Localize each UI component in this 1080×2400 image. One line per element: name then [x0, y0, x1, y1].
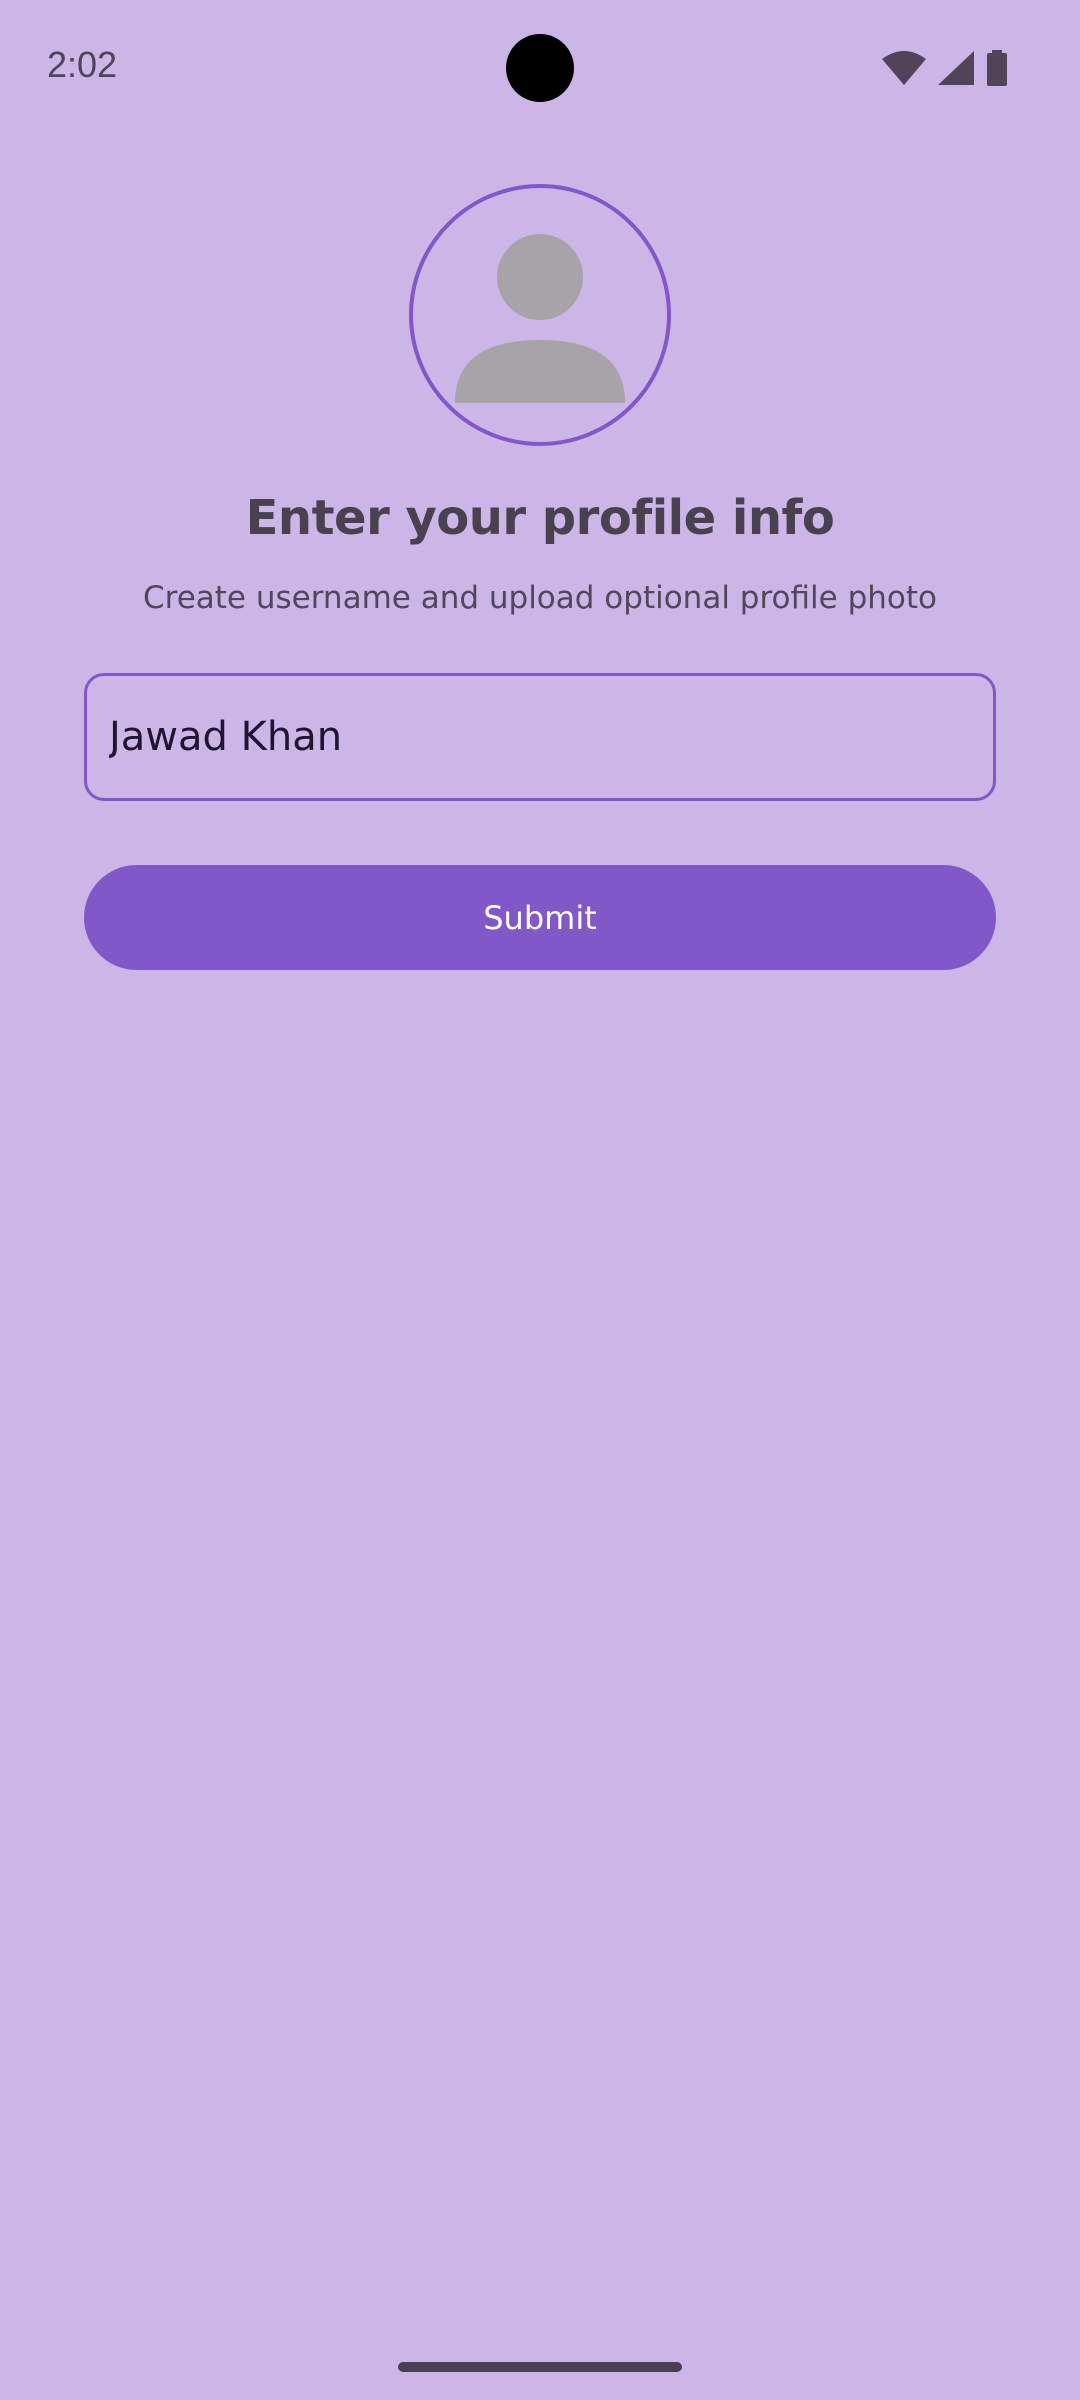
person-placeholder-icon — [455, 234, 625, 403]
status-icons — [882, 48, 1008, 88]
page-subtitle: Create username and upload optional prof… — [143, 580, 937, 616]
submit-button[interactable]: Submit — [84, 865, 996, 970]
username-input[interactable] — [109, 676, 969, 798]
submit-button-label: Submit — [483, 898, 597, 937]
camera-cutout — [506, 34, 574, 102]
page-title: Enter your profile info — [245, 490, 835, 546]
username-field[interactable] — [84, 673, 996, 801]
cellular-signal-icon — [938, 51, 974, 85]
wifi-icon — [882, 51, 926, 85]
status-time: 2:02 — [47, 44, 118, 85]
home-indicator[interactable] — [398, 2362, 682, 2372]
status-bar: 2:02 — [0, 0, 1080, 136]
battery-icon — [986, 50, 1008, 86]
profile-photo-button[interactable] — [409, 184, 671, 446]
